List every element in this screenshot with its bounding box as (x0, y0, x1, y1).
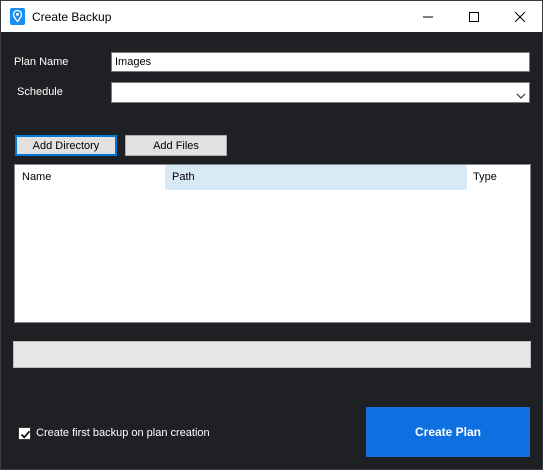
close-button[interactable] (497, 1, 543, 32)
checkmark-icon (20, 430, 31, 439)
plan-name-input[interactable]: Images (111, 52, 530, 72)
close-icon (515, 11, 525, 22)
app-location-shield-icon (10, 8, 25, 25)
file-list-header: Name Path Type (15, 165, 530, 190)
first-backup-label: Create first backup on plan creation (36, 427, 210, 439)
column-header-name[interactable]: Name (15, 165, 165, 190)
file-list[interactable]: Name Path Type (14, 164, 531, 323)
minimize-icon (423, 12, 433, 22)
maximize-icon (469, 11, 479, 22)
backup-progress-bar (13, 341, 531, 368)
first-backup-checkbox[interactable] (18, 427, 31, 440)
maximize-button[interactable] (451, 1, 497, 32)
plan-name-label: Plan Name (14, 56, 69, 68)
column-header-type[interactable]: Type (467, 165, 530, 190)
window-title: Create Backup (32, 10, 112, 24)
column-header-path[interactable]: Path (165, 165, 467, 190)
chevron-down-icon (516, 88, 526, 106)
minimize-button[interactable] (405, 1, 451, 32)
title-bar: Create Backup (1, 1, 542, 32)
add-files-button[interactable]: Add Files (125, 135, 227, 156)
add-directory-button[interactable]: Add Directory (15, 135, 117, 156)
schedule-label: Schedule (17, 86, 63, 98)
create-backup-window: Create Backup Plan Name Images Schedule … (0, 0, 543, 470)
create-plan-button[interactable]: Create Plan (366, 407, 530, 457)
schedule-select[interactable] (111, 82, 530, 103)
